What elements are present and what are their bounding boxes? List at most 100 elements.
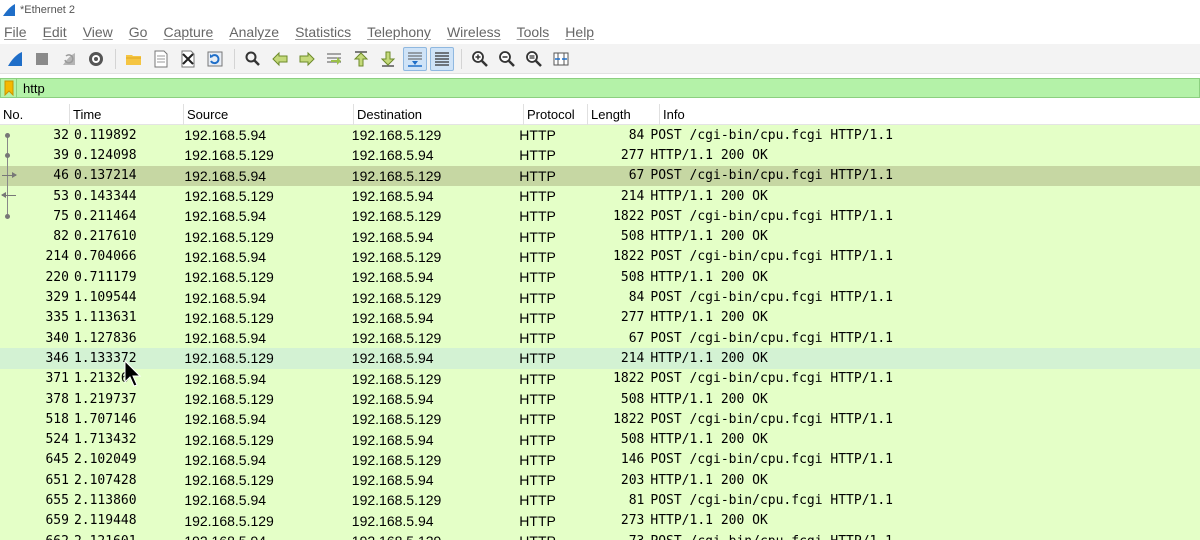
packet-protocol: HTTP: [519, 492, 556, 509]
packet-time: 1.219737: [73, 391, 137, 407]
packet-protocol: HTTP: [519, 391, 556, 407]
packet-number: 645: [45, 452, 69, 468]
packet-time: 0.124098: [73, 147, 137, 163]
table-row[interactable]: 518 1.707146 192.168.5.94 192.168.5.129 HTTP…: [0, 409, 1200, 430]
save-file-button[interactable]: [149, 47, 173, 71]
toolbar-separator: [460, 48, 462, 69]
packet-source: 192.168.5.94: [184, 451, 267, 468]
packet-info: POST /cgi-bin/cpu.fcgi HTTP/1.1: [650, 411, 894, 427]
menu-analyze[interactable]: Analyze: [223, 24, 285, 40]
menu-statistics[interactable]: Statistics: [289, 24, 357, 40]
table-row[interactable]: 6622.121601192.168.5.94192.168.5.129HTTP…: [0, 530, 1200, 540]
menu-edit[interactable]: Edit: [37, 24, 73, 40]
packet-rows: 32 0.119892 192.168.5.94 192.168.5.129 HTTP 8…: [0, 125, 1200, 540]
find-packet-button[interactable]: [241, 47, 265, 71]
table-row[interactable]: 46 0.137214 192.168.5.94 192.168.5.129 HTTP 6…: [0, 165, 1200, 186]
restart-capture-icon: [63, 52, 75, 65]
packet-time: 1.113631: [73, 310, 137, 326]
table-row[interactable]: 651 2.107428 192.168.5.129 192.168.5.94 HTTP…: [0, 470, 1200, 491]
close-file-button[interactable]: [176, 47, 200, 71]
restart-capture-button[interactable]: [57, 47, 81, 71]
packet-destination: 192.168.5.94: [351, 391, 434, 407]
packet-time: 0.217610: [73, 229, 137, 245]
packet-protocol: HTTP: [519, 188, 556, 205]
packet-length: 277: [620, 147, 645, 163]
colorize-button[interactable]: [430, 46, 454, 71]
packet-length: 1822: [613, 371, 645, 387]
table-row[interactable]: 378 1.219737 192.168.5.129 192.168.5.94 HTTP…: [0, 388, 1200, 410]
menu-view[interactable]: View: [77, 24, 119, 40]
filter-bookmark-icon[interactable]: [1, 79, 17, 97]
column-header-no[interactable]: No.: [0, 104, 70, 125]
packet-destination: 192.168.5.129: [351, 127, 442, 144]
packet-number: 75: [53, 208, 69, 224]
column-header-destination[interactable]: Destination: [354, 104, 524, 125]
menu-go[interactable]: Go: [123, 24, 154, 40]
packet-info: HTTP/1.1 200 OK: [650, 350, 768, 366]
table-row[interactable]: 346 1.133372 192.168.5.129 192.168.5.94 HTTP…: [0, 348, 1200, 369]
table-row[interactable]: 82 0.217610 192.168.5.129 192.168.5.94 HTTP 5…: [0, 226, 1200, 247]
column-header-protocol[interactable]: Protocol: [524, 104, 588, 125]
go-forward-button[interactable]: [295, 47, 319, 71]
title-bar: *Ethernet 2: [0, 0, 1200, 20]
table-row[interactable]: 335 1.113631 192.168.5.129 192.168.5.94 HTTP…: [0, 307, 1200, 328]
packet-source: 192.168.5.129: [184, 350, 274, 367]
table-row[interactable]: 659 2.119448 192.168.5.129 192.168.5.94 HTTP…: [0, 510, 1200, 531]
start-capture-button[interactable]: [3, 47, 27, 71]
table-row[interactable]: 524 1.713432 192.168.5.129 192.168.5.94 HTTP…: [0, 429, 1200, 450]
menu-telephony[interactable]: Telephony: [361, 24, 437, 40]
go-last-button[interactable]: [376, 47, 400, 71]
go-to-packet-button[interactable]: [322, 47, 346, 71]
packet-destination: 192.168.5.94: [351, 147, 434, 164]
table-row[interactable]: 39 0.124098 192.168.5.129 192.168.5.94 HTTP 2…: [0, 145, 1200, 166]
resize-columns-button[interactable]: [549, 47, 573, 71]
zoom-in-icon: [472, 50, 488, 67]
menu-capture[interactable]: Capture: [157, 24, 219, 40]
table-row[interactable]: 371 1.21326 192.168.5.94 192.168.5.129 HTTP 1…: [0, 368, 1200, 389]
table-row[interactable]: 220 0.711179 192.168.5.129 192.168.5.94 HTTP…: [0, 267, 1200, 288]
packet-number: 346: [45, 350, 69, 366]
wireshark-fin-icon: [3, 4, 15, 16]
menu-tools[interactable]: Tools: [511, 24, 556, 40]
column-header-length[interactable]: Length: [588, 104, 660, 125]
go-back-button[interactable]: [268, 47, 292, 71]
packet-source: 192.168.5.94: [184, 411, 267, 428]
menu-wireless[interactable]: Wireless: [441, 24, 507, 40]
column-header-time[interactable]: Time: [70, 104, 184, 125]
normal-size-button[interactable]: [522, 47, 546, 71]
menu-file[interactable]: File: [0, 24, 33, 40]
packet-number: 518: [45, 411, 69, 427]
packet-source: 192.168.5.129: [184, 431, 274, 448]
go-first-button[interactable]: [349, 47, 373, 71]
packet-protocol: HTTP: [519, 370, 556, 387]
auto-scroll-button[interactable]: [403, 46, 427, 71]
capture-options-button[interactable]: [84, 47, 108, 71]
display-filter-input[interactable]: [23, 79, 1173, 97]
menu-help[interactable]: Help: [559, 24, 600, 40]
packet-destination: 192.168.5.129: [351, 248, 442, 265]
packet-number: 46: [53, 168, 69, 184]
packet-length: 146: [620, 452, 645, 468]
reload-file-button[interactable]: [203, 47, 227, 71]
column-header-info[interactable]: Info: [660, 104, 1200, 125]
table-row[interactable]: 53 0.143344 192.168.5.129 192.168.5.94 HTTP 2…: [0, 185, 1200, 207]
table-row[interactable]: 75 0.211464 192.168.5.94 192.168.5.129 HTTP 1…: [0, 206, 1200, 227]
stop-capture-button[interactable]: [30, 47, 54, 71]
table-row[interactable]: 32 0.119892 192.168.5.94 192.168.5.129 HTTP 8…: [0, 125, 1200, 146]
column-header-source[interactable]: Source: [184, 104, 354, 125]
table-row[interactable]: 329 1.109544 192.168.5.94 192.168.5.129 HTTP…: [0, 287, 1200, 308]
table-row[interactable]: 214 0.704066 192.168.5.94 192.168.5.129 HTTP…: [0, 246, 1200, 268]
packet-protocol: HTTP: [519, 289, 556, 306]
open-file-button[interactable]: [122, 47, 146, 71]
packet-source: 192.168.5.94: [184, 248, 267, 265]
normal-size-icon: [526, 50, 542, 67]
zoom-in-button[interactable]: [468, 47, 492, 71]
zoom-out-button[interactable]: [495, 47, 519, 71]
table-row[interactable]: 645 2.102049 192.168.5.94 192.168.5.129 HTTP…: [0, 449, 1200, 471]
go-first-icon: [353, 50, 369, 66]
table-row[interactable]: 655 2.113860 192.168.5.94 192.168.5.129 HTTP…: [0, 490, 1200, 511]
packet-length: 1822: [613, 411, 645, 427]
table-row[interactable]: 340 1.127836 192.168.5.94 192.168.5.129 HTTP…: [0, 327, 1200, 349]
packet-protocol: HTTP: [519, 451, 556, 468]
packet-destination: 192.168.5.129: [349, 531, 516, 540]
